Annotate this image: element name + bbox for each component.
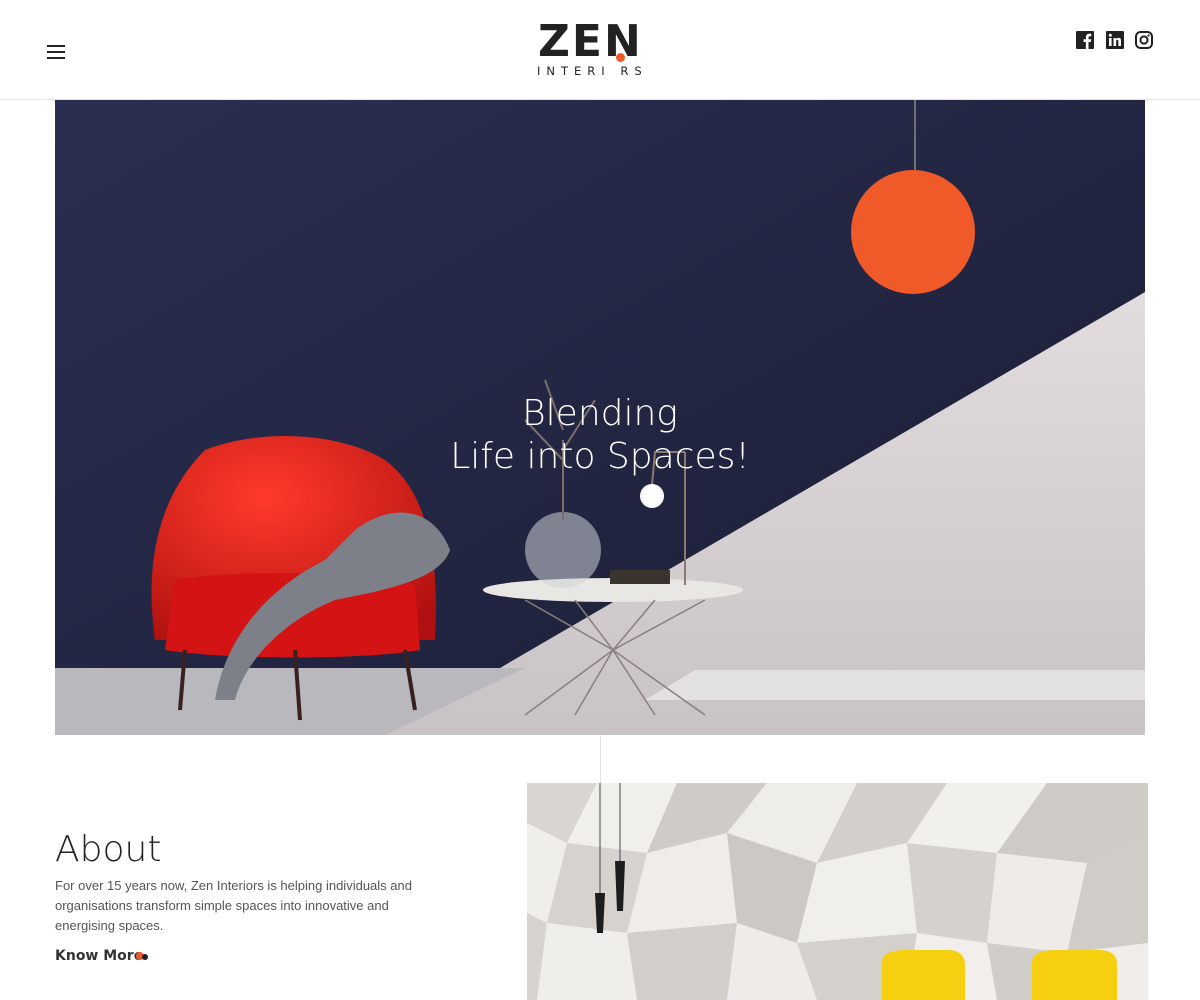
site-header: ZEN INTERI RS	[0, 0, 1200, 100]
facebook-icon[interactable]	[1076, 31, 1094, 49]
hero-title: Blending Life into Spaces!	[55, 392, 1145, 478]
linkedin-icon[interactable]	[1106, 31, 1124, 49]
geometric-wall-illustration	[527, 783, 1148, 1000]
logo[interactable]: ZEN INTERI RS	[530, 18, 660, 82]
know-more-link[interactable]: Know More	[55, 946, 143, 966]
hero-title-line-1: Blending	[522, 393, 678, 434]
pendant-lamp-shape	[851, 170, 975, 294]
vertical-divider	[600, 735, 601, 783]
logo-subtitle: INTERI RS	[537, 64, 648, 78]
logo-wordmark: ZEN	[538, 16, 643, 67]
about-image	[527, 783, 1148, 1000]
hamburger-menu-icon[interactable]	[47, 45, 67, 61]
instagram-icon[interactable]	[1135, 31, 1153, 49]
hero-title-line-2: Life into Spaces!	[450, 436, 750, 477]
logo-accent-dot	[616, 53, 625, 62]
about-description: For over 15 years now, Zen Interiors is …	[55, 878, 412, 933]
about-heading: About	[55, 829, 162, 870]
know-more-dark-dot	[142, 954, 148, 960]
hero-banner: Blending Life into Spaces!	[55, 100, 1145, 735]
